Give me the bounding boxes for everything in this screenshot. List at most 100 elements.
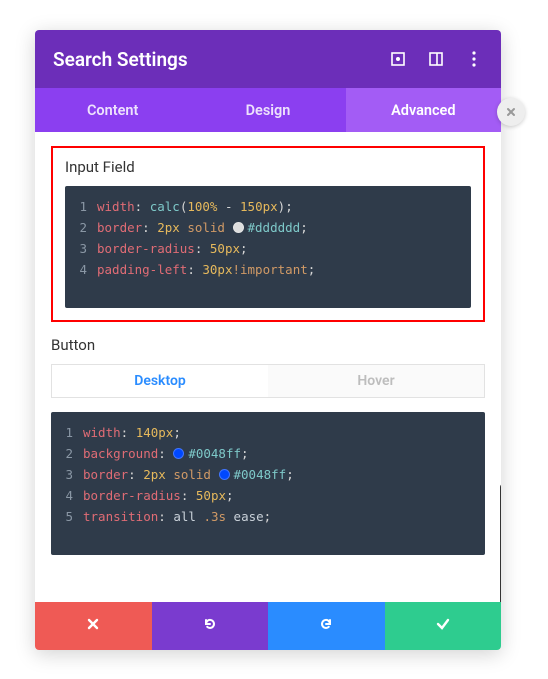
header-actions: [389, 50, 483, 68]
token-punc: :: [158, 446, 173, 461]
code-text: transition: all .3s ease;: [83, 506, 485, 527]
token-punc: [225, 220, 233, 235]
token-id: all: [173, 509, 196, 524]
token-num: 2px: [143, 467, 166, 482]
code-line: 3border-radius: 50px;: [65, 238, 471, 259]
input-field-code-editor[interactable]: 1width: calc(100% - 150px);2border: 2px …: [65, 186, 471, 308]
token-num: 140px: [136, 425, 174, 440]
scrollbar-thumb[interactable]: [500, 484, 501, 602]
token-hex: #dddddd: [248, 220, 301, 235]
tab-content[interactable]: Content: [35, 88, 190, 132]
token-func: calc: [150, 199, 180, 214]
button-code-editor[interactable]: 1width: 140px;2background: #0048ff;3bord…: [51, 412, 485, 555]
settings-panel: Search Settings Content Design Advanced …: [35, 30, 501, 650]
code-line: 4border-radius: 50px;: [51, 485, 485, 506]
token-prop: background: [83, 446, 158, 461]
token-punc: ;: [241, 446, 249, 461]
token-punc: :: [187, 262, 202, 277]
code-text: border-radius: 50px;: [83, 485, 485, 506]
line-number: 4: [65, 259, 97, 280]
panel-title: Search Settings: [53, 48, 389, 71]
code-text: width: 140px;: [83, 422, 485, 443]
code-line: 3border: 2px solid #0048ff;: [51, 464, 485, 485]
token-hex: #0048ff: [188, 446, 241, 461]
close-icon: [86, 617, 100, 635]
button-subtabs: Desktop Hover: [51, 364, 485, 398]
save-button[interactable]: [385, 602, 502, 650]
check-icon: [435, 616, 451, 636]
line-number: 3: [51, 464, 83, 485]
line-number: 1: [51, 422, 83, 443]
token-imp: !important: [232, 262, 307, 277]
token-prop: border-radius: [83, 488, 181, 503]
token-punc: :: [195, 241, 210, 256]
token-punc: ;: [300, 220, 308, 235]
panel-content: Input Field 1width: calc(100% - 150px);2…: [35, 132, 501, 602]
token-num: 100%: [187, 199, 217, 214]
token-prop: transition: [83, 509, 158, 524]
color-swatch: [173, 448, 184, 459]
code-line: 1width: 140px;: [51, 422, 485, 443]
token-punc: [211, 467, 219, 482]
token-prop: width: [97, 199, 135, 214]
code-line: 4padding-left: 30px!important;: [65, 259, 471, 280]
close-small-icon: [505, 103, 517, 122]
token-num: 50px: [210, 241, 240, 256]
line-number: 5: [51, 506, 83, 527]
line-number: 3: [65, 238, 97, 259]
token-punc: ;: [308, 262, 316, 277]
tab-advanced[interactable]: Advanced: [346, 88, 501, 132]
input-field-title: Input Field: [65, 158, 471, 176]
code-text: border: 2px solid #dddddd;: [97, 217, 471, 238]
token-punc: :: [135, 199, 150, 214]
code-text: background: #0048ff;: [83, 443, 485, 464]
button-title: Button: [51, 336, 485, 354]
input-field-section: Input Field 1width: calc(100% - 150px);2…: [51, 146, 485, 322]
redo-button[interactable]: [268, 602, 385, 650]
panel-header: Search Settings: [35, 30, 501, 88]
layout-icon[interactable]: [427, 50, 445, 68]
token-num: 30px: [202, 262, 232, 277]
token-num: 2px: [157, 220, 180, 235]
help-bubble[interactable]: [497, 98, 525, 126]
code-text: padding-left: 30px!important;: [97, 259, 471, 280]
token-num: 150px: [240, 199, 278, 214]
undo-icon: [202, 616, 218, 636]
token-punc: ;: [264, 509, 272, 524]
code-text: border-radius: 50px;: [97, 238, 471, 259]
token-prop: padding-left: [97, 262, 187, 277]
line-number: 2: [51, 443, 83, 464]
fullscreen-icon[interactable]: [389, 50, 407, 68]
token-punc: ;: [240, 241, 248, 256]
main-tabs: Content Design Advanced: [35, 88, 501, 132]
token-punc: ;: [285, 199, 293, 214]
tab-design[interactable]: Design: [190, 88, 345, 132]
token-id: ease: [234, 509, 264, 524]
code-line: 1width: calc(100% - 150px);: [65, 196, 471, 217]
code-line: 2background: #0048ff;: [51, 443, 485, 464]
line-number: 4: [51, 485, 83, 506]
color-swatch: [219, 469, 230, 480]
token-prop: border-radius: [97, 241, 195, 256]
token-prop: width: [83, 425, 121, 440]
button-section: Button Desktop Hover 1width: 140px;2back…: [51, 336, 485, 555]
subtab-desktop[interactable]: Desktop: [52, 365, 268, 397]
undo-button[interactable]: [152, 602, 269, 650]
token-kw: solid: [173, 467, 211, 482]
token-num: 50px: [196, 488, 226, 503]
token-punc: :: [142, 220, 157, 235]
code-line: 2border: 2px solid #dddddd;: [65, 217, 471, 238]
token-prop: border: [83, 467, 128, 482]
subtab-hover[interactable]: Hover: [268, 365, 484, 397]
token-punc: ;: [286, 467, 294, 482]
token-prop: border: [97, 220, 142, 235]
token-punc: :: [158, 509, 173, 524]
more-icon[interactable]: [465, 50, 483, 68]
token-punc: :: [128, 467, 143, 482]
redo-icon: [318, 616, 334, 636]
token-punc: :: [181, 488, 196, 503]
cancel-button[interactable]: [35, 602, 152, 650]
token-punc: [226, 509, 234, 524]
token-punc: ;: [173, 425, 181, 440]
code-text: border: 2px solid #0048ff;: [83, 464, 485, 485]
